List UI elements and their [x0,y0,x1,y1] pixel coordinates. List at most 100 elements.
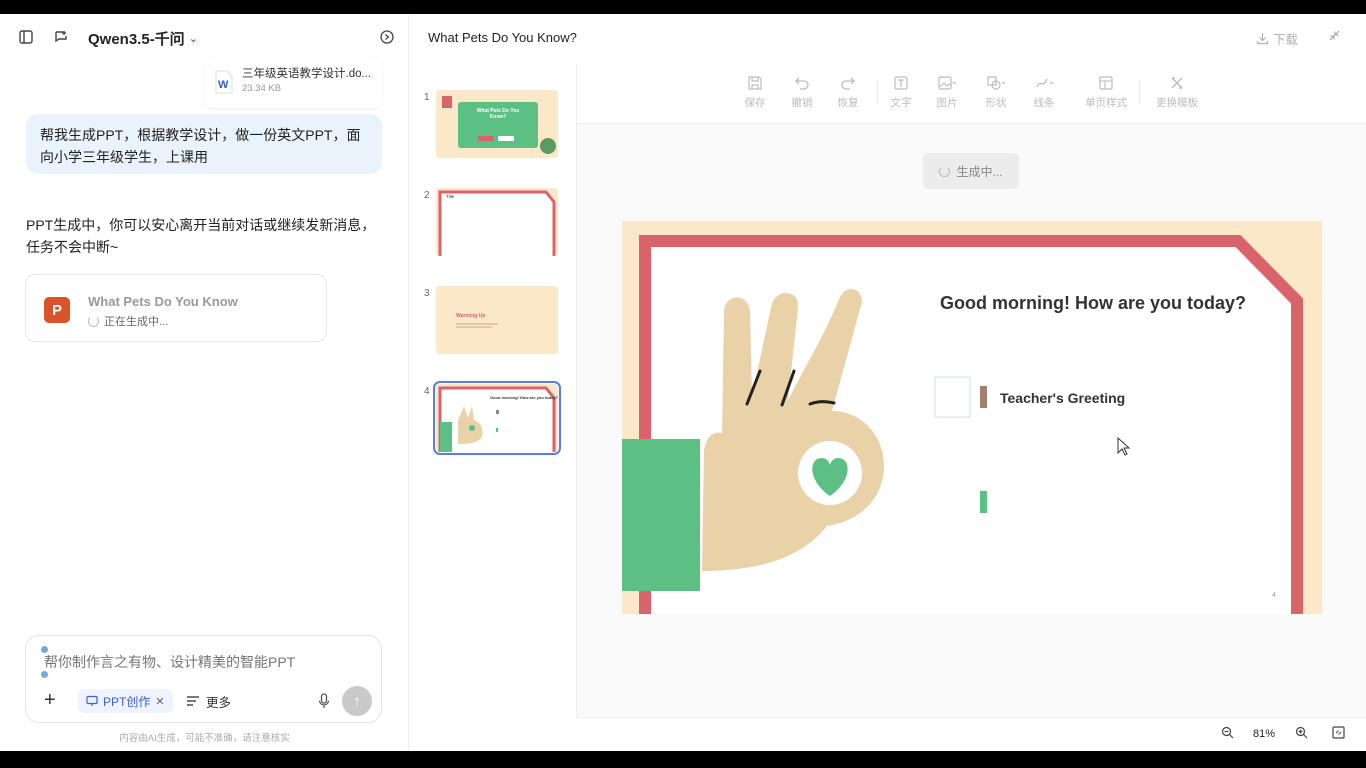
download-icon [1256,33,1269,45]
loading-spinner-icon [939,165,951,177]
redo-label: 恢复 [837,97,859,109]
line-label: 线条 [1033,97,1055,109]
ppt-progress-card[interactable]: P What Pets Do You Know 正在生成中... [25,274,327,342]
ppt-card-status: 正在生成中... [88,313,168,329]
thumb-1-art [436,90,558,158]
thumb-3-title: Warming Up [456,313,486,319]
shape-button[interactable]: 形状 [971,73,1021,110]
new-chat-icon[interactable] [50,26,72,48]
fit-screen-icon[interactable] [1332,726,1345,742]
input-toolbar: + PPT创作 ✕ 更多 ↑ [38,686,373,716]
generating-label: 生成中... [956,164,1003,179]
change-template-button[interactable]: 更换模板 [1149,73,1205,110]
send-button[interactable]: ↑ [342,686,372,716]
save-icon [748,76,762,90]
template-icon [1171,77,1183,89]
image-label: 图片 [936,97,958,109]
slide-thumbnail-2[interactable]: Title [436,188,558,256]
shape-label: 形状 [985,97,1007,109]
collapse-icon[interactable] [1328,29,1341,45]
ai-disclaimer: 内容由AI生成，可能不准确，请注意核实 [119,733,290,744]
slide-artwork [622,221,1322,614]
download-button[interactable]: 下载 [1256,29,1298,48]
history-icon[interactable] [376,26,398,48]
thumb-number: 1 [424,92,430,103]
image-icon [938,76,957,90]
ppt-editor: What Pets Do You Know? 下载 1 What Pets Do… [410,14,1366,751]
microphone-icon[interactable] [314,691,334,711]
chat-header: Qwen3.5-千问 ⌄ [0,14,409,60]
shape-icon [987,76,1006,90]
slide-thumbnail-4[interactable]: Good morning! How are you today? [433,381,561,455]
chevron-down-icon: ⌄ [188,33,198,45]
zoom-level: 81% [1253,728,1276,740]
current-slide[interactable]: Good morning! How are you today? Teacher… [622,221,1322,614]
change-template-label: 更换模板 [1156,97,1198,109]
ppt-card-status-text: 正在生成中... [104,316,169,328]
undo-icon [795,77,809,90]
model-selector[interactable]: Qwen3.5-千问 ⌄ [88,28,198,49]
slide-thumbnails: 1 What Pets Do You Know? 2 Title 3 Warmi… [410,64,576,714]
ppt-mode-icon [86,695,98,706]
zoom-out-icon[interactable] [1221,726,1234,742]
file-name: 三年级英语教学设计.do... [242,68,372,80]
ppt-mode-chip[interactable]: PPT创作 ✕ [78,689,173,713]
slide-canvas-area: 保存 撤销 恢复 文字 图片 形状 线条 单页样式 更换模板 生成中... Go… [576,64,1366,726]
add-icon[interactable]: + [44,689,56,712]
thumb-1-title: What Pets Do You Know? [476,108,520,120]
chat-panel: Qwen3.5-千问 ⌄ W 三年级英语教学设计.do... 23.34 KB … [0,14,409,751]
thumb-number: 4 [424,386,430,397]
loading-spinner-icon [88,315,99,327]
toolbar-divider [1139,80,1140,104]
thumb-number: 2 [424,190,430,201]
powerpoint-icon: P [44,297,70,323]
save-button[interactable]: 保存 [730,73,780,110]
remove-chip-icon[interactable]: ✕ [155,695,164,708]
editor-toolbar: 保存 撤销 恢复 文字 图片 形状 线条 单页样式 更换模板 [577,64,1366,124]
line-button[interactable]: 线条 [1019,73,1069,110]
text-label: 文字 [890,97,912,109]
sparkle-icon [41,646,48,653]
more-label: 更多 [206,695,232,710]
document-title: What Pets Do You Know? [428,30,577,45]
page-style-label: 单页样式 [1085,97,1127,109]
generating-indicator: 生成中... [923,153,1019,189]
thumb-2-title: Title [446,194,455,199]
ppt-card-title: What Pets Do You Know [88,294,238,309]
text-button[interactable]: 文字 [876,73,926,110]
editor-statusbar: 81% [576,717,1366,751]
undo-label: 撤销 [791,97,813,109]
page-style-icon [1099,76,1113,90]
user-message: 帮我生成PPT，根据教学设计，做一份英文PPT，面向小学三年级学生，上课用 [26,114,382,174]
image-button[interactable]: 图片 [922,73,972,110]
slide-page-number: 4 [1272,592,1276,599]
model-name: Qwen3.5-千问 [88,31,185,48]
thumb-number: 3 [424,288,430,299]
undo-button[interactable]: 撤销 [777,73,827,110]
download-label: 下载 [1273,33,1299,47]
slide-bullet-item[interactable]: Teacher's Greeting [1000,390,1125,406]
more-button[interactable]: 更多 [186,689,231,713]
slide-title[interactable]: Good morning! How are you today? [940,293,1246,314]
app-window: Qwen3.5-千问 ⌄ W 三年级英语教学设计.do... 23.34 KB … [0,14,1366,751]
zoom-in-icon[interactable] [1295,726,1308,742]
word-file-icon: W [214,70,234,94]
arrow-up-icon: ↑ [353,692,361,710]
sidebar-toggle-icon[interactable] [15,26,37,48]
line-icon [1036,78,1054,88]
redo-button[interactable]: 恢复 [823,73,873,110]
assistant-message: PPT生成中，你可以安心离开当前对话或继续发新消息，任务不会中断~ [26,217,376,255]
sparkle-icon [41,671,48,678]
slide-thumbnail-1[interactable]: What Pets Do You Know? [436,90,558,158]
page-style-button[interactable]: 单页样式 [1078,73,1134,110]
file-size: 23.34 KB [242,83,282,94]
mouse-cursor-icon [1117,437,1131,456]
chat-input[interactable] [44,654,354,670]
chat-input-box: + PPT创作 ✕ 更多 ↑ [25,635,382,723]
thumb-3-art [436,286,558,354]
attached-file-card[interactable]: W 三年级英语教学设计.do... 23.34 KB [204,58,382,108]
redo-icon [841,77,855,90]
save-label: 保存 [744,97,766,109]
ppt-mode-label: PPT创作 [103,694,151,709]
slide-thumbnail-3[interactable]: Warming Up [436,286,558,354]
